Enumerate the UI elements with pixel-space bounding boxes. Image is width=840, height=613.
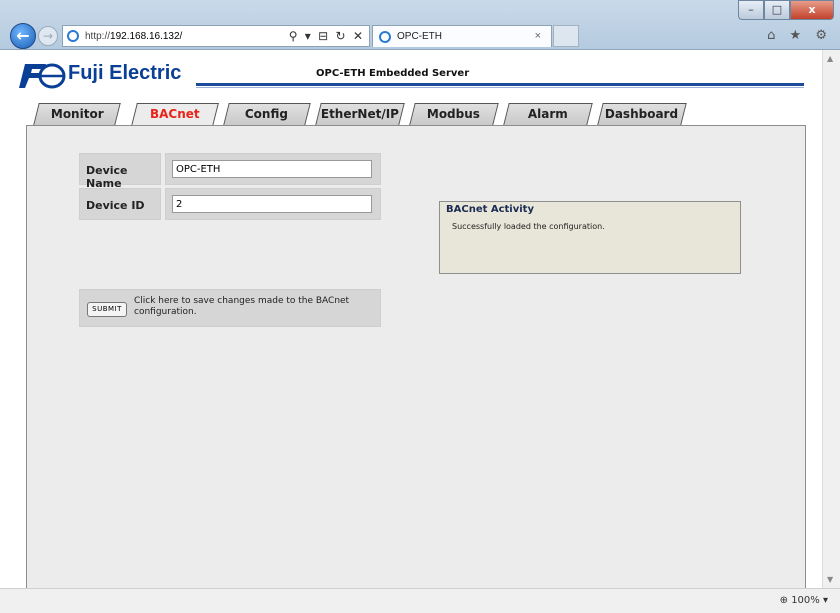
activity-title: BACnet Activity <box>446 204 534 215</box>
tab-config[interactable]: Config <box>223 103 311 125</box>
header-rule-thin <box>196 87 804 88</box>
home-favorites-settings-icons[interactable]: ⌂ ★ ⚙ <box>767 28 832 43</box>
browser-tab[interactable]: OPC-ETH × <box>372 25 552 47</box>
close-window-button[interactable]: x <box>790 0 834 20</box>
scroll-up-icon[interactable]: ▲ <box>827 54 833 63</box>
tab-alarm[interactable]: Alarm <box>503 103 593 125</box>
address-text[interactable]: http://192.168.16.132/ <box>85 31 182 42</box>
window-controls: – □ x <box>738 0 834 20</box>
maximize-button[interactable]: □ <box>764 0 790 20</box>
browser-chrome: ← → http://192.168.16.132/ ⚲ ▾ ⊟ ↻ ✕ OPC… <box>0 0 840 50</box>
submit-area: SUBMIT Click here to save changes made t… <box>79 289 381 327</box>
fuji-logo-icon <box>19 63 66 89</box>
brand-name: Fuji Electric <box>68 62 182 84</box>
tab-modbus[interactable]: Modbus <box>409 103 499 125</box>
back-arrow-icon: ← <box>16 26 30 45</box>
bacnet-activity-box: BACnet Activity Successfully loaded the … <box>439 201 741 274</box>
tab-dashboard[interactable]: Dashboard <box>597 103 687 125</box>
device-name-input[interactable] <box>172 160 372 178</box>
bacnet-panel: Device Name Device ID SUBMIT Click here … <box>26 125 806 613</box>
vertical-scrollbar[interactable]: ▲ ▼ <box>822 50 840 588</box>
device-id-field <box>165 188 381 220</box>
scroll-down-icon[interactable]: ▼ <box>827 575 833 584</box>
forward-arrow-icon: → <box>42 29 54 43</box>
address-tools-icons[interactable]: ⚲ ▾ ⊟ ↻ ✕ <box>289 29 365 43</box>
submit-button[interactable]: SUBMIT <box>87 302 127 317</box>
page-viewport: Fuji Electric OPC-ETH Embedded Server Mo… <box>0 50 822 613</box>
activity-message: Successfully loaded the configuration. <box>452 222 605 231</box>
new-tab-button[interactable] <box>553 25 579 47</box>
back-button[interactable]: ← <box>10 23 36 49</box>
device-name-label: Device Name <box>79 153 161 190</box>
server-title: OPC-ETH Embedded Server <box>316 68 470 79</box>
tab-close-icon[interactable]: × <box>535 30 541 42</box>
device-id-label: Device ID <box>79 188 161 220</box>
tab-title: OPC-ETH <box>397 31 442 42</box>
address-bar[interactable]: http://192.168.16.132/ ⚲ ▾ ⊟ ↻ ✕ <box>62 25 370 47</box>
ie-icon <box>67 30 79 42</box>
ie-icon <box>379 31 391 43</box>
tab-monitor[interactable]: Monitor <box>33 103 121 125</box>
device-id-input[interactable] <box>172 195 372 213</box>
status-bar: ⊕ 100% ▾ <box>0 588 840 613</box>
tab-ethernet-ip[interactable]: EtherNet/IP <box>315 103 405 125</box>
header-rule <box>196 83 804 86</box>
forward-button[interactable]: → <box>38 26 58 46</box>
minimize-button[interactable]: – <box>738 0 764 20</box>
submit-description: Click here to save changes made to the B… <box>134 296 350 317</box>
tab-bacnet[interactable]: BACnet <box>131 103 219 126</box>
device-name-field <box>165 153 381 185</box>
zoom-control[interactable]: ⊕ 100% ▾ <box>780 595 828 606</box>
